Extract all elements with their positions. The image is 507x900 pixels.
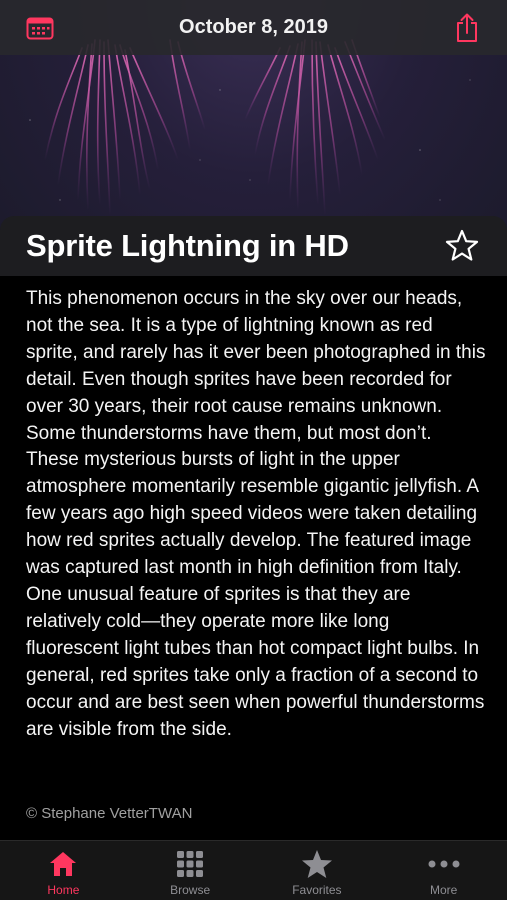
- tab-browse-label: Browse: [170, 883, 211, 897]
- tab-home[interactable]: Home: [0, 841, 127, 900]
- share-button[interactable]: [452, 13, 482, 43]
- article-title: Sprite Lightning in HD: [26, 228, 349, 263]
- tab-home-label: Home: [47, 883, 80, 897]
- share-icon: [457, 13, 477, 42]
- star-outline-icon: [445, 229, 479, 261]
- article-title-bar: Sprite Lightning in HD: [0, 216, 507, 276]
- date-title[interactable]: October 8, 2019: [179, 16, 328, 39]
- top-navigation-bar: October 8, 2019: [0, 0, 507, 55]
- image-credit: © Stephane VetterTWAN: [26, 805, 193, 822]
- calendar-button[interactable]: [25, 13, 55, 43]
- calendar-icon: [26, 17, 54, 40]
- article-body: This phenomenon occurs in the sky over o…: [26, 288, 486, 740]
- tab-favorites-label: Favorites: [292, 883, 342, 897]
- favorite-button[interactable]: [443, 227, 481, 265]
- tab-browse[interactable]: Browse: [127, 841, 254, 900]
- grid-icon: [177, 851, 204, 877]
- tab-more[interactable]: More: [380, 841, 507, 900]
- star-icon: [301, 850, 332, 878]
- more-dots-icon: [428, 860, 460, 868]
- tab-more-label: More: [429, 883, 458, 897]
- tab-bar: Home Browse Favorites More: [0, 840, 507, 900]
- tab-favorites[interactable]: Favorites: [254, 841, 381, 900]
- home-icon: [50, 852, 77, 876]
